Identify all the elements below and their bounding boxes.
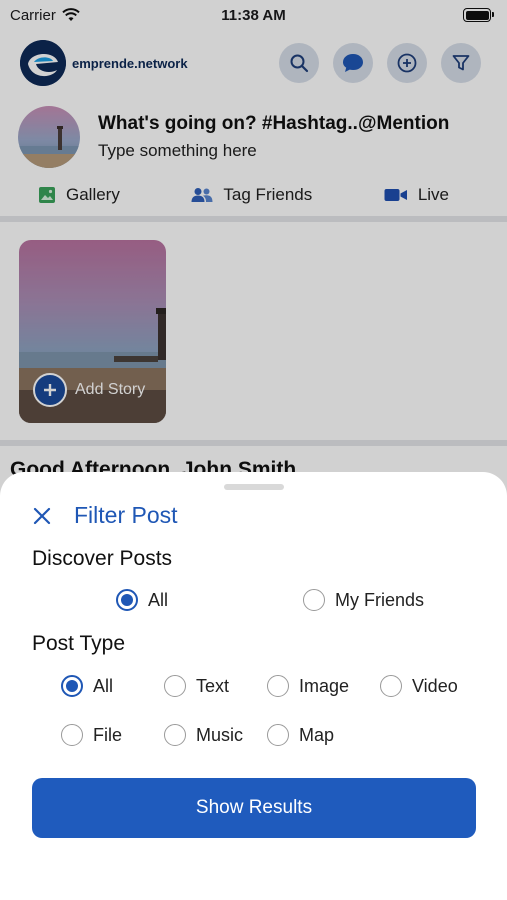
discover-my-friends-option[interactable]: My Friends [303, 589, 424, 611]
radio-unselected-icon[interactable] [303, 589, 325, 611]
discover-all-option[interactable]: All [116, 589, 168, 611]
sheet-header: Filter Post [32, 502, 178, 529]
close-icon[interactable] [32, 506, 52, 526]
option-label: Video [412, 675, 458, 696]
option-label: Map [299, 724, 335, 745]
filter-post-sheet: Filter Post Discover Posts All My Friend… [0, 472, 507, 900]
radio-unselected-icon[interactable] [267, 724, 289, 746]
post-type-label: Post Type [32, 632, 126, 655]
radio-unselected-icon[interactable] [61, 724, 83, 746]
show-results-button[interactable]: Show Results [32, 778, 476, 838]
radio-selected-icon[interactable] [61, 675, 83, 697]
radio-unselected-icon[interactable] [267, 675, 289, 697]
post-type-video-option[interactable]: Video [380, 675, 458, 697]
option-label: File [93, 724, 123, 745]
discover-posts-label: Discover Posts [32, 547, 173, 570]
option-label: Image [299, 675, 350, 696]
sheet-title: Filter Post [74, 502, 178, 528]
sheet-grabber[interactable] [224, 484, 284, 490]
post-type-text-option[interactable]: Text [164, 675, 229, 697]
post-type-music-option[interactable]: Music [164, 724, 243, 746]
option-label: Music [196, 724, 244, 745]
radio-unselected-icon[interactable] [380, 675, 402, 697]
post-type-all-option[interactable]: All [61, 675, 113, 697]
option-label: All [148, 589, 169, 610]
option-label: Text [196, 675, 230, 696]
radio-unselected-icon[interactable] [164, 675, 186, 697]
post-type-image-option[interactable]: Image [267, 675, 349, 697]
post-type-file-option[interactable]: File [61, 724, 122, 746]
option-label: All [93, 675, 114, 696]
option-label: My Friends [335, 589, 425, 610]
radio-unselected-icon[interactable] [164, 724, 186, 746]
radio-selected-icon[interactable] [116, 589, 138, 611]
post-type-map-option[interactable]: Map [267, 724, 334, 746]
